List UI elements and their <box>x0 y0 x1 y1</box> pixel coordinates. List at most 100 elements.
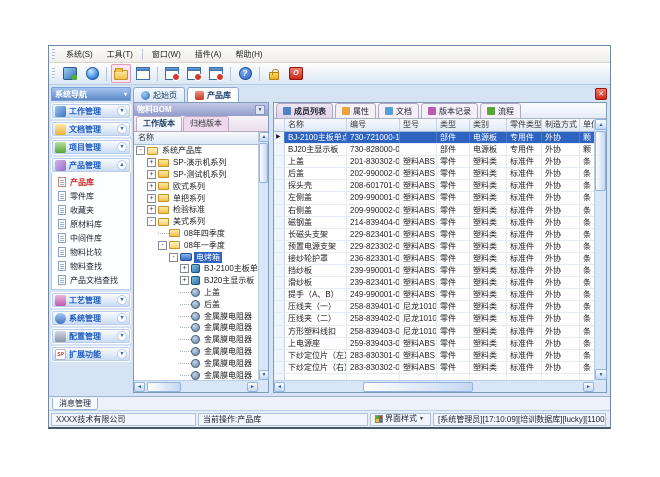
collapse-icon[interactable]: - <box>147 217 156 226</box>
table-row[interactable]: 压线夹（一）258-839401-00X尼龙1010零件塑料类标准件外协条 <box>274 301 594 313</box>
column-header-1[interactable]: 编号 <box>347 119 400 131</box>
menu-item-0[interactable]: 系统(S) <box>59 47 100 62</box>
toolbar-grip-handle[interactable] <box>52 68 55 79</box>
table-row[interactable]: 上盖201-830302-00X塑料ABS零件塑料类标准件外协条 <box>274 156 594 168</box>
column-header-0[interactable]: 名称 <box>285 119 347 131</box>
tree-hscroll-thumb[interactable] <box>147 382 181 392</box>
ui-style-dropdown[interactable]: 界面样式 ▼ <box>370 413 431 426</box>
table-row[interactable]: 长磁头支架229-823401-00X塑料ABS零件塑料类标准件外协条 <box>274 229 594 241</box>
chevron-down-icon[interactable]: ▾ <box>117 331 127 341</box>
chevron-down-icon[interactable]: ▾ <box>117 313 127 323</box>
tab-documents[interactable]: 文档 <box>378 103 419 118</box>
tree-vertical-scrollbar[interactable]: ▲ ▼ <box>258 132 268 380</box>
tab-version-history[interactable]: 版本记录 <box>421 103 478 118</box>
sidebar-group-system[interactable]: 系统管理▾ <box>51 310 131 326</box>
tab-properties[interactable]: 属性 <box>335 103 376 118</box>
tree-node[interactable]: -电烤箱 <box>134 251 258 263</box>
scroll-up-icon[interactable]: ▲ <box>595 119 607 130</box>
table-horizontal-scrollbar[interactable]: ◄ ► <box>274 380 594 392</box>
close-tab-button[interactable]: ✕ <box>595 88 607 100</box>
sidebar-item-raw-material-library[interactable]: 原材料库 <box>58 217 130 231</box>
table-hscroll-thumb[interactable] <box>363 382 473 392</box>
tree-node[interactable]: 08年四季度 <box>134 228 258 240</box>
sidebar-group-craft[interactable]: 工艺管理▾ <box>51 292 131 308</box>
tree-node[interactable]: 后盖 <box>134 298 258 310</box>
tree-node[interactable]: +检验标准 <box>134 204 258 216</box>
sidebar-group-ext[interactable]: 扩展功能▾ <box>51 346 131 362</box>
tab-document[interactable]: 起始页 <box>133 87 185 102</box>
menu-grip-handle[interactable] <box>52 49 55 60</box>
tab-version-1[interactable]: 归档版本 <box>183 116 229 131</box>
sidebar-item-material-search[interactable]: 物料查找 <box>58 259 130 273</box>
web-button[interactable] <box>82 64 102 83</box>
column-header-5[interactable]: 零件类型 <box>507 119 542 131</box>
chevron-down-icon[interactable]: ▾ <box>117 142 127 152</box>
sidebar-item-product-doc-search[interactable]: 产品文档查找 <box>58 273 130 287</box>
tree-node[interactable]: +SP-演示机系列 <box>134 157 258 169</box>
tree-node[interactable]: +单把系列 <box>134 192 258 204</box>
sidebar-group-doc[interactable]: 文档管理▾ <box>51 121 131 137</box>
tree-node[interactable]: +SP-测试机系列 <box>134 169 258 181</box>
sidebar-item-material-compare[interactable]: 物料比较 <box>58 245 130 259</box>
tree-node[interactable]: 金属膜电阻器 <box>134 310 258 322</box>
collapse-icon[interactable]: - <box>169 253 178 262</box>
chevron-up-icon[interactable]: ▴ <box>117 160 127 170</box>
tree-node[interactable]: 金属膜电阻器 <box>134 322 258 334</box>
tab-member-list[interactable]: 成员列表 <box>276 103 333 118</box>
table-row[interactable]: 挡纱板239-990001-01X塑料ABS零件塑料类标准件外协条 <box>274 265 594 277</box>
scroll-right-icon[interactable]: ► <box>247 382 258 392</box>
tree-node[interactable]: +BJ-2100主板单点 <box>134 263 258 275</box>
tree-node[interactable]: -08年一季度 <box>134 239 258 251</box>
tree-node[interactable]: +欧式系列 <box>134 180 258 192</box>
table-row[interactable]: 探头壳208-601701-01X塑料ABS零件塑料类标准件外协条 <box>274 180 594 192</box>
tree-node[interactable]: -美式系列 <box>134 216 258 228</box>
column-header-7[interactable]: 单位 <box>580 119 594 131</box>
expand-icon[interactable]: + <box>147 205 156 214</box>
tree-node[interactable]: 金属膜电阻器 <box>134 334 258 346</box>
sidebar-collapse-icon[interactable]: ▾ <box>124 91 127 98</box>
lock-button[interactable] <box>264 64 284 83</box>
column-header-4[interactable]: 类别 <box>470 119 507 131</box>
table-row[interactable]: 左侧盖209-990001-01X塑料ABS零件塑料类标准件外协条 <box>274 192 594 204</box>
window-refresh-button[interactable] <box>206 64 226 83</box>
tree-node[interactable]: 金属膜电阻器 <box>134 346 258 358</box>
scroll-right-icon[interactable]: ► <box>583 382 594 392</box>
table-row[interactable]: 下纱定位片（左）283-830301-00X塑料ABS零件塑料类标准件外协条 <box>274 350 594 362</box>
table-row[interactable]: ▶BJ-2100主板单点730-721000-12X部件电源板专用件外协颗 <box>274 132 594 144</box>
menu-item-2[interactable]: 窗口(W) <box>145 47 188 62</box>
table-row[interactable]: 上电源座259-839403-00X塑料ABS零件塑料类标准件外协条 <box>274 338 594 350</box>
table-row[interactable]: 下纱定位片（右）283-830302-00X塑料ABS零件塑料类标准件外协条 <box>274 362 594 374</box>
tree-node[interactable]: 金属膜电阻器 <box>134 357 258 369</box>
close-all-documents-button[interactable] <box>184 64 204 83</box>
tab-message-management[interactable]: 消息管理 <box>52 398 98 410</box>
scroll-left-icon[interactable]: ◄ <box>134 382 145 392</box>
table-row[interactable]: 方形塑料线扣258-839403-00X尼龙1010零件塑料类标准件外协条 <box>274 326 594 338</box>
menu-item-1[interactable]: 工具(T) <box>100 47 140 62</box>
expand-icon[interactable]: + <box>180 276 189 285</box>
sidebar-item-part-library[interactable]: 零件库 <box>58 189 130 203</box>
expand-icon[interactable]: + <box>180 264 189 273</box>
scroll-down-icon[interactable]: ▼ <box>595 369 607 380</box>
table-vertical-scrollbar[interactable]: ▲ ▼ <box>594 119 606 380</box>
collapse-icon[interactable]: - <box>136 146 145 155</box>
exit-button[interactable] <box>286 64 306 83</box>
menu-item-3[interactable]: 插件(A) <box>188 47 229 62</box>
expand-icon[interactable]: + <box>147 170 156 179</box>
desktop-button[interactable] <box>60 64 80 83</box>
tree-column-header[interactable]: 名称 <box>134 132 268 145</box>
expand-icon[interactable]: + <box>147 158 156 167</box>
sidebar-group-product[interactable]: 产品管理▴ <box>51 157 131 173</box>
tree-node[interactable]: -系统产品库 <box>134 145 258 157</box>
menu-item-4[interactable]: 帮助(H) <box>228 47 269 62</box>
table-row[interactable]: 压线夹（二）258-839402-00X尼龙1010零件塑料类标准件外协条 <box>274 313 594 325</box>
scroll-up-icon[interactable]: ▲ <box>259 132 269 142</box>
chevron-down-icon[interactable]: ▾ <box>117 106 127 116</box>
table-row[interactable]: 滑纱板239-823401-00X塑料ABS零件塑料类标准件外协条 <box>274 277 594 289</box>
open-library-button[interactable] <box>111 64 131 83</box>
chevron-down-icon[interactable]: ▾ <box>117 295 127 305</box>
sidebar-group-project[interactable]: 项目管理▾ <box>51 139 131 155</box>
sidebar-item-product-library[interactable]: 产品库 <box>58 175 130 189</box>
scroll-down-icon[interactable]: ▼ <box>259 370 269 380</box>
window-panel-button[interactable] <box>133 64 153 83</box>
help-button[interactable] <box>235 64 255 83</box>
